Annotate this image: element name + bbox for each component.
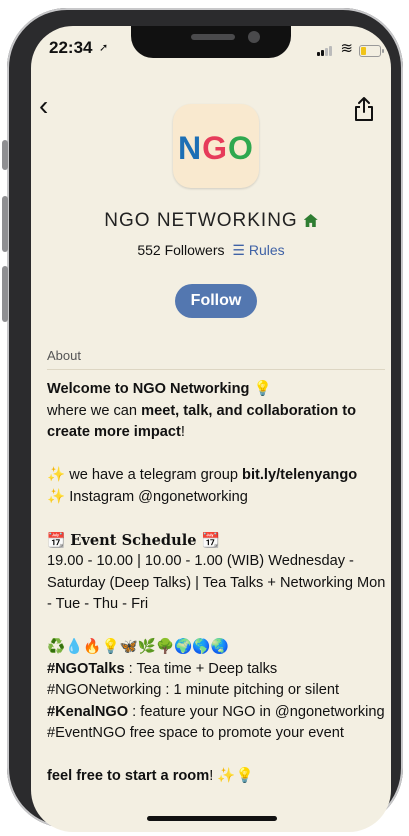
share-icon[interactable] bbox=[353, 96, 375, 122]
tag-kenalngo-desc: : feature your NGO in @ngonetworking bbox=[128, 703, 385, 720]
battery-icon bbox=[359, 45, 384, 57]
back-chevron-icon[interactable]: ‹ bbox=[39, 92, 48, 120]
home-indicator[interactable] bbox=[147, 816, 277, 821]
about-description: Welcome to NGO Networking 💡 where we can… bbox=[47, 379, 387, 788]
mute-switch bbox=[2, 140, 8, 170]
about-heading: About bbox=[47, 348, 81, 363]
logo-letter-o: O bbox=[228, 130, 254, 166]
impact-text: create more impact bbox=[47, 424, 181, 440]
welcome-text: Welcome to NGO Networking bbox=[47, 381, 250, 397]
intro-bold: meet, talk, and collaboration to bbox=[141, 402, 356, 419]
divider bbox=[47, 369, 385, 370]
status-time: 22:34 bbox=[49, 38, 93, 57]
wifi-icon: ≋ bbox=[340, 40, 353, 57]
tag-ngotalks: #NGOTalks bbox=[47, 660, 125, 677]
signal-icon bbox=[317, 46, 333, 56]
impact-punct: ! bbox=[180, 424, 185, 440]
screen: 22:34 ➚ ≋ ‹ NGO NGO NETWORKING 552 Follo… bbox=[31, 26, 391, 832]
list-icon[interactable]: ☰ bbox=[232, 242, 245, 258]
tag-eventngo: #EventNGO free space to promote your eve… bbox=[47, 725, 344, 741]
event-schedule-title: 📆 Event Schedule 📆 bbox=[47, 531, 220, 549]
intro-text: where we can bbox=[47, 402, 142, 419]
status-bar: 22:34 ➚ ≋ bbox=[31, 26, 391, 66]
closing-text: feel free to start a room bbox=[47, 768, 210, 784]
house-icon bbox=[303, 214, 318, 227]
club-logo: NGO bbox=[173, 104, 259, 188]
tag-ngotalks-desc: : Tea time + Deep talks bbox=[124, 660, 278, 677]
instagram-text: ✨ Instagram @ngonetworking bbox=[47, 488, 248, 505]
location-arrow-icon: ➚ bbox=[99, 42, 109, 54]
phone-frame: 22:34 ➚ ≋ ‹ NGO NGO NETWORKING 552 Follo… bbox=[0, 0, 409, 836]
follow-button[interactable]: Follow bbox=[175, 284, 257, 318]
tag-ngonetworking: #NGONetworking : 1 minute pitching or si… bbox=[47, 682, 340, 698]
logo-letter-n: N bbox=[178, 130, 203, 166]
volume-up-button bbox=[2, 196, 8, 252]
club-name: NGO NETWORKING bbox=[31, 210, 391, 232]
logo-letter-g: G bbox=[202, 130, 229, 166]
emoji-row: ♻️💧🔥💡🦋🌿🌳🌍🌎🌏 bbox=[47, 639, 229, 655]
telegram-link[interactable]: bit.ly/telenyango bbox=[242, 467, 357, 483]
event-schedule-desc: 19.00 - 10.00 | 10.00 - 1.00 (WIB) Wedne… bbox=[47, 553, 386, 612]
volume-down-button bbox=[2, 266, 8, 322]
lightbulb-emoji: 💡 bbox=[253, 381, 272, 397]
sparkle-emoji: ✨ bbox=[47, 467, 66, 483]
rules-link[interactable]: Rules bbox=[249, 242, 285, 258]
followers-count[interactable]: 552 Followers bbox=[137, 242, 224, 258]
tag-kenalngo: #KenalNGO bbox=[47, 703, 129, 720]
followers-row: 552 Followers ☰ Rules bbox=[31, 242, 391, 259]
telegram-text: we have a telegram group bbox=[65, 467, 243, 483]
club-name-text: NGO NETWORKING bbox=[104, 210, 298, 231]
closing-emoji: ! ✨💡 bbox=[209, 768, 254, 784]
